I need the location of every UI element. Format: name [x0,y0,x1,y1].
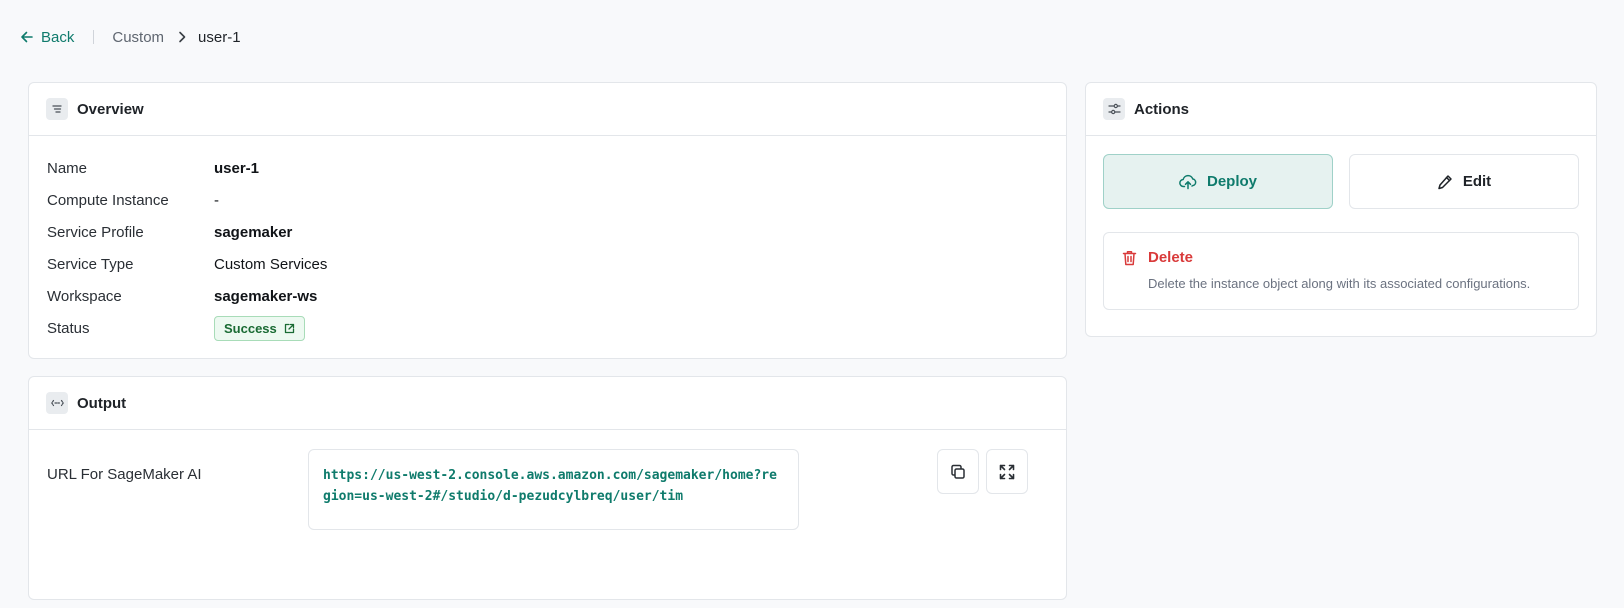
detail-label: Service Type [47,255,134,273]
back-label[interactable]: Back [41,29,74,46]
detail-value: user-1 [214,159,260,177]
detail-value: Custom Services [214,255,328,273]
actions-title: Actions [1134,100,1190,118]
overview-header: Overview [29,83,1066,136]
status-badge[interactable]: Success [214,315,305,341]
align-lines-icon [46,98,68,120]
delete-button[interactable]: Delete [1122,249,1193,266]
delete-section: Delete Delete the instance object along … [1103,232,1579,310]
overview-title: Overview [77,100,144,118]
back-link[interactable]: Back [20,29,74,46]
detail-row-service-type: Service Type Custom Services [29,248,1066,280]
detail-row-service-profile: Service Profile sagemaker [29,216,1066,248]
external-link-icon [284,323,294,333]
copy-button[interactable] [937,449,979,494]
delete-label: Delete [1148,249,1194,266]
detail-row-name: Name user-1 [29,152,1066,184]
detail-label: Status [47,319,90,337]
detail-label: Workspace [47,287,122,305]
expand-button[interactable] [986,449,1028,494]
detail-value: - [214,191,219,209]
breadcrumb-parent[interactable]: Custom [112,29,164,46]
breadcrumb: Back Custom user-1 [20,26,241,48]
chevron-right-icon [178,31,186,43]
actions-header: Actions [1086,83,1596,136]
deploy-button[interactable]: Deploy [1103,154,1333,209]
detail-value: sagemaker [214,223,293,241]
trash-icon [1122,250,1137,265]
breadcrumb-current: user-1 [198,28,241,46]
delete-description: Delete the instance object along with it… [1148,276,1531,291]
detail-row-status: Status Success [29,312,1066,344]
edit-button[interactable]: Edit [1349,154,1579,209]
expand-icon [999,464,1015,479]
deploy-label: Deploy [1206,173,1257,190]
breadcrumb-divider [93,30,95,44]
actions-card: Actions Deploy Edit Delete Delete the in… [1085,82,1597,337]
sliders-icon [1103,98,1125,120]
detail-label: Name [47,159,88,177]
output-header: Output [29,377,1066,430]
detail-label: Compute Instance [47,191,169,209]
output-url-value[interactable]: https://us-west-2.console.aws.amazon.com… [308,449,799,530]
pencil-icon [1438,174,1452,189]
overview-card: Overview Name user-1 Compute Instance - … [28,82,1067,359]
detail-row-compute-instance: Compute Instance - [29,184,1066,216]
arrow-left-icon [21,31,33,43]
overview-details: Name user-1 Compute Instance - Service P… [29,136,1066,344]
edit-label: Edit [1462,173,1492,190]
detail-label: Service Profile [47,223,144,241]
copy-icon [951,464,965,479]
detail-value: sagemaker-ws [214,287,318,305]
output-title: Output [77,394,127,412]
arrows-horizontal-icon [46,392,68,414]
detail-row-workspace: Workspace sagemaker-ws [29,280,1066,312]
output-url-label: URL For SageMaker AI [47,466,202,483]
output-card: Output URL For SageMaker AI https://us-w… [28,376,1067,600]
status-badge-label: Success [224,320,277,336]
cloud-upload-icon [1179,174,1197,189]
